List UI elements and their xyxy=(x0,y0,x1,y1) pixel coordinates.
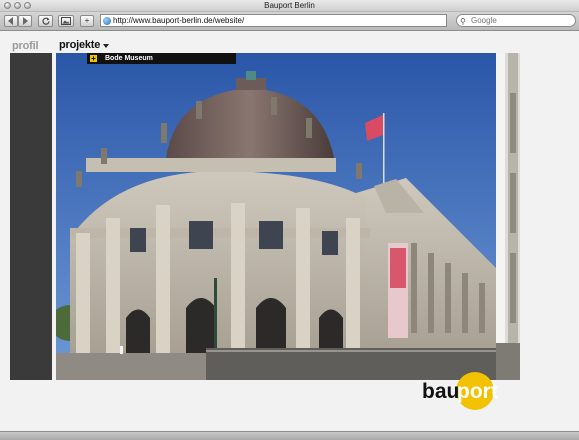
browser-toolbar: + ⚲ xyxy=(0,12,579,31)
window-titlebar: Bauport Berlin xyxy=(0,0,579,12)
back-button[interactable] xyxy=(4,15,18,27)
search-input[interactable] xyxy=(471,15,571,26)
bauport-logo: bau port xyxy=(422,372,498,410)
reload-button[interactable] xyxy=(38,15,53,27)
window-title: Bauport Berlin xyxy=(264,1,315,10)
home-button[interactable] xyxy=(58,15,74,27)
forward-arrow-icon xyxy=(23,17,28,25)
chevron-down-icon[interactable] xyxy=(103,44,109,48)
reload-icon xyxy=(41,17,50,25)
image-icon xyxy=(61,17,71,25)
nav-item-profil[interactable]: profil xyxy=(12,40,38,52)
logo-text-part2: port xyxy=(457,380,498,403)
submenu-label: Bode Museum xyxy=(105,55,153,62)
submenu-item-bode-museum[interactable]: + Bode Museum xyxy=(87,53,236,64)
museum-photo xyxy=(56,53,496,380)
address-bar[interactable] xyxy=(100,14,447,27)
add-bookmark-button[interactable]: + xyxy=(80,15,94,27)
nav-item-projekte[interactable]: projekte xyxy=(59,39,100,51)
next-photo-preview xyxy=(496,53,520,380)
search-box[interactable]: ⚲ xyxy=(456,14,576,27)
search-icon: ⚲ xyxy=(460,17,466,26)
left-thumbnail-strip[interactable] xyxy=(10,53,52,380)
logo-text-part1: bau xyxy=(422,380,459,403)
right-thumbnail-strip[interactable] xyxy=(496,53,520,380)
page-content: profil projekte + Bode Museum bau port xyxy=(0,31,579,431)
plus-icon[interactable]: + xyxy=(90,55,97,63)
back-arrow-icon xyxy=(8,17,13,25)
forward-button[interactable] xyxy=(18,15,32,27)
project-photo-bode-museum[interactable] xyxy=(56,53,496,380)
globe-icon xyxy=(103,17,111,25)
url-input[interactable] xyxy=(113,15,443,26)
